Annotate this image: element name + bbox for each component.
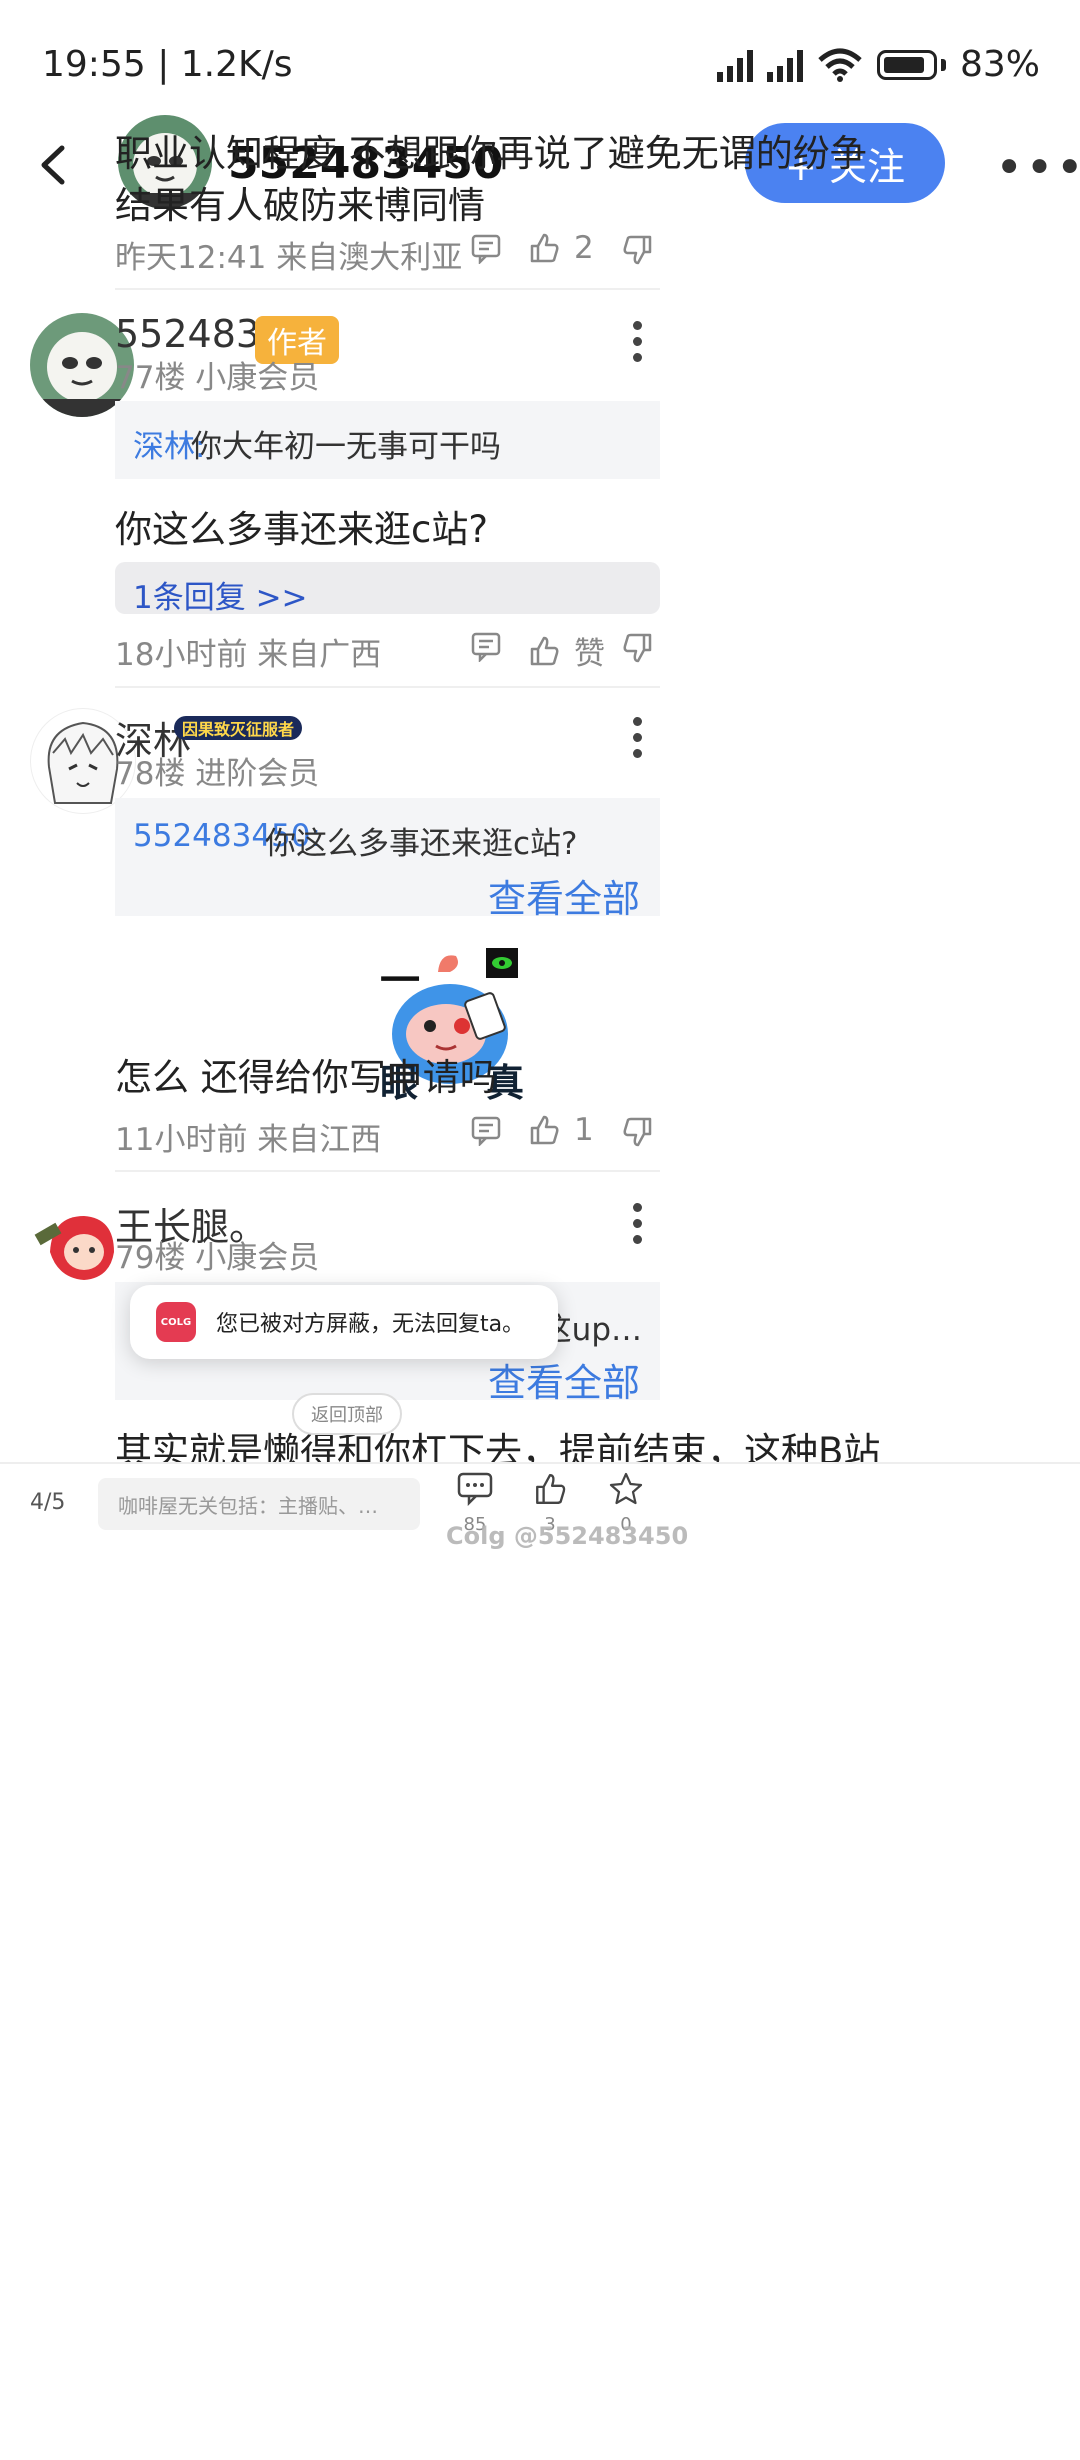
sticker-text: 一	[380, 958, 420, 1004]
page-indicator[interactable]: 4/5	[30, 1490, 65, 1515]
view-all-link[interactable]: 查看全部	[488, 1352, 640, 1407]
comment-meta: 11小时前 来自江西	[115, 1122, 382, 1158]
back-arrow-icon[interactable]	[30, 140, 80, 190]
battery-icon	[876, 49, 937, 80]
like-button[interactable]: 赞	[528, 628, 605, 673]
thumbs-up-icon	[530, 233, 559, 263]
comment-text: 你这么多事还来逛c站?	[115, 508, 488, 551]
wifi-icon	[818, 48, 862, 82]
comment-menu-icon[interactable]	[631, 314, 643, 369]
like-count: 1	[574, 1112, 594, 1148]
reply-icon[interactable]	[470, 1114, 502, 1146]
signal-icon	[716, 48, 753, 82]
status-time: 19:55 | 1.2K/s	[42, 44, 293, 85]
medal-badge: 因果致灭征服者	[174, 716, 302, 740]
reply-icon[interactable]	[470, 232, 502, 264]
floor-label: 78楼 进阶会员	[115, 756, 320, 792]
quote-text: 你大年初一无事可干吗	[191, 429, 501, 465]
comment-menu-icon[interactable]	[631, 1196, 643, 1251]
divider	[115, 686, 660, 688]
comment-meta: 18小时前 来自广西	[115, 637, 382, 673]
thumbs-up-icon	[536, 1474, 566, 1504]
comment-input[interactable]: 咖啡屋无关包括：主播贴、…	[98, 1478, 420, 1530]
svg-text:♪: ♪	[40, 1196, 47, 1209]
quote-box: 552483450: 你这么多事还来逛c站? 查看全部	[115, 798, 660, 921]
reply-icon[interactable]	[470, 630, 502, 662]
comment-text: 怎么 还得给你写申请吗	[115, 1056, 497, 1099]
watermark: Colg @552483450	[446, 1522, 689, 1550]
like-count: 2	[574, 230, 594, 266]
comment-text-line: 结果有人破防来博同情	[115, 184, 485, 227]
comment-meta: 昨天12:41 来自澳大利亚	[115, 240, 463, 276]
floor-label: 79楼 小康会员	[115, 1240, 320, 1276]
status-bar: 19:55 | 1.2K/s 83%	[0, 0, 1080, 120]
back-to-top-button[interactable]: 返回顶部	[292, 1393, 402, 1435]
signal-icon	[766, 48, 803, 82]
like-button[interactable]: 1	[528, 1112, 594, 1148]
replies-label: 1条回复 >>	[133, 580, 308, 616]
medal-text: 因果致灭征服者	[181, 720, 294, 739]
view-replies-button[interactable]: 1条回复 >>	[115, 562, 660, 616]
thumbs-down-icon[interactable]	[622, 632, 654, 664]
blocked-toast: COLG 您已被对方屏蔽，无法回复ta。	[130, 1285, 558, 1359]
thumbs-down-icon[interactable]	[622, 234, 654, 266]
floor-label: 77楼 小康会员	[115, 360, 320, 396]
like-label: 赞	[574, 636, 605, 672]
comment-bubble-icon	[457, 1472, 493, 1507]
thumbs-up-icon	[530, 1115, 559, 1145]
star-icon	[609, 1472, 643, 1505]
thumbs-up-icon	[530, 636, 559, 665]
battery-percent: 83%	[959, 44, 1040, 85]
status-right: 83%	[716, 44, 1040, 85]
quote-text: 你这么多事还来逛c站?	[265, 826, 578, 862]
toast-message: 您已被对方屏蔽，无法回复ta。	[216, 1312, 525, 1337]
comment-menu-icon[interactable]	[631, 710, 643, 765]
quote-box: 深林: 你大年初一无事可干吗	[115, 401, 660, 479]
like-button[interactable]: 2	[528, 230, 594, 266]
divider	[115, 288, 660, 290]
colg-app-icon: COLG	[156, 1302, 196, 1342]
thumbs-down-icon[interactable]	[622, 1116, 654, 1148]
more-options-icon[interactable]: •••	[995, 140, 1080, 196]
divider	[115, 1170, 660, 1172]
view-all-link[interactable]: 查看全部	[488, 868, 640, 923]
